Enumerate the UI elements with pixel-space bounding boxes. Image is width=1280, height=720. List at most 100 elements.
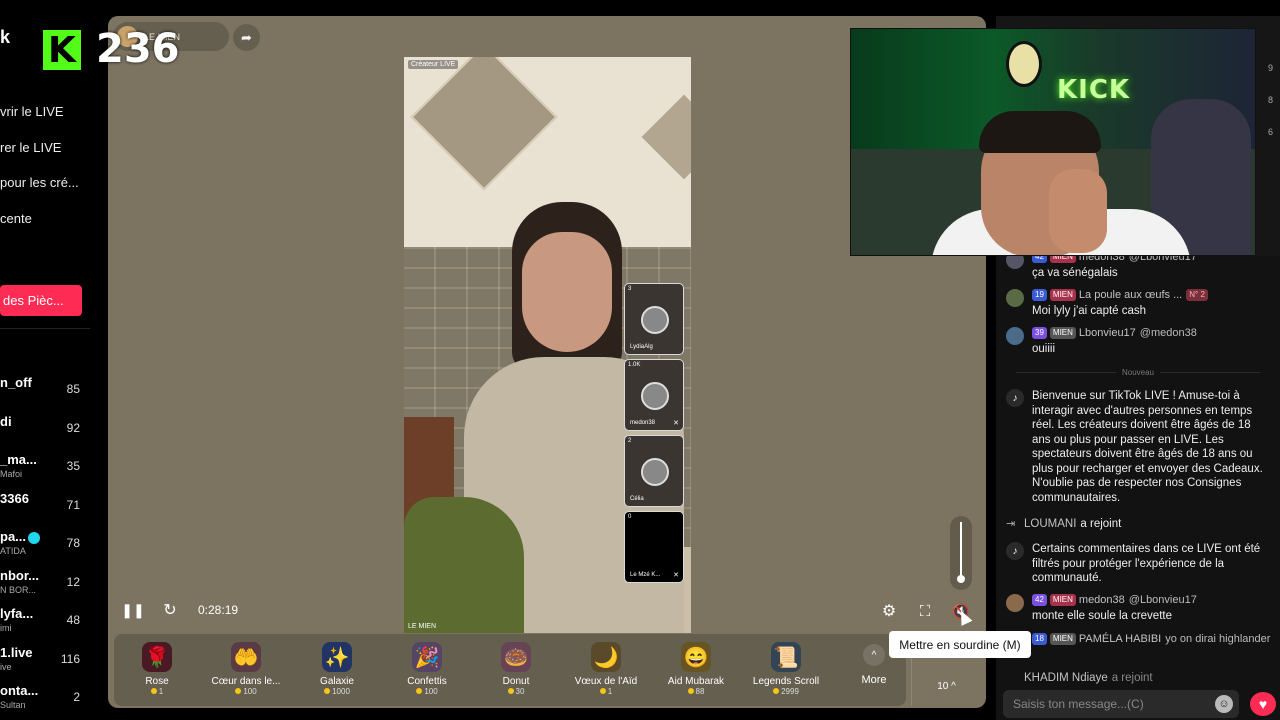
coin-icon [773,688,780,694]
join-username[interactable]: LOUMANI [1024,518,1076,530]
avatar[interactable] [1006,594,1024,612]
gift-price: 100 [387,687,467,696]
chat-input-box: ☺ [1003,690,1239,718]
gift-name: Aid Mubarak [667,676,725,687]
followed-sub: Mafoi [0,469,23,479]
fan-club-badge: MIEN [1049,289,1076,302]
emoji-icon[interactable]: ☺ [1215,695,1233,713]
guest-score: 0 [628,514,632,520]
followed-name: onta... [0,683,39,698]
followed-name: n_off [0,375,32,390]
followed-item[interactable]: 1.live ive 116 [0,643,96,682]
followed-sub: ATIDA [0,546,26,556]
chat-message-text: monte elle soule la crevette [1032,610,1172,622]
chat-message-header: 19 MIEN La poule aux œufs ... N° 2 [1032,289,1211,302]
get-coins-button[interactable]: des Pièc... [0,285,82,316]
followed-item[interactable]: n_off 85 [0,373,96,412]
guest-tile[interactable]: 3 LydiaAlg [624,283,684,355]
heart-like-button[interactable]: ♥ [1250,692,1276,716]
guest-tile[interactable]: 0 Le Mzé K... ✕ [624,511,684,583]
guest-tile[interactable]: 2 Célia [624,435,684,507]
gift-name: Donut [502,676,530,687]
followed-item[interactable]: lyfa... imi 48 [0,604,96,643]
volume-handle[interactable] [957,575,965,583]
followed-item[interactable]: di 92 [0,412,96,451]
gift-price-value: 1000 [332,687,350,696]
gift-price-value: 88 [695,687,705,696]
settings-button[interactable]: ⚙ [879,601,899,621]
kick-neon-sign: KICK [1057,75,1131,105]
gift-price-value: 30 [515,687,525,696]
fullscreen-button[interactable]: ⛶ [915,601,935,621]
gift-price: 1 [117,687,197,696]
refresh-button[interactable]: ↻ [160,600,180,620]
gift-name: Galaxie [320,676,354,687]
video-sofa [404,497,524,633]
followed-sub: ive [0,661,12,672]
gift-name: Vœux de l'Aïd [574,676,638,687]
followed-item[interactable]: pa... ATIDA 78 [0,527,96,566]
gift-item[interactable]: 🍩 Donut 30 [476,638,556,702]
chat-message-text: ouiiii [1032,343,1056,355]
gift-aid-mubarak-icon: 😄 [681,642,711,672]
kick-mascot-icon [1006,41,1042,87]
video-label: Créateur LIVE [408,60,459,69]
chat-message-inline-text: yo on dirai highlander [1165,633,1271,645]
level-badge: 39 [1032,327,1047,340]
viewer-count: 78 [66,536,80,550]
followed-item[interactable]: onta... Sultan 2 [0,681,96,720]
gift-item[interactable]: 🤲 Cœur dans le... 100 [206,638,286,702]
video-host-label: LE MIEN [408,623,437,630]
gift-price: 1000 [297,687,377,696]
gift-galaxy-icon: ✨ [322,642,352,672]
fan-club-badge: MIEN [1049,327,1076,340]
volume-slider[interactable] [950,516,972,590]
gift-name: Confettis [407,676,447,687]
sidebar-menu: vrir le LIVE rer le LIVE pour les cré...… [0,104,79,246]
gift-item[interactable]: ✨ Galaxie 1000 [297,638,377,702]
gift-confetti-icon: 🎉 [412,642,442,672]
avatar[interactable] [1006,289,1024,307]
join-username[interactable]: KHADIM Ndiaye [1024,672,1108,684]
chat-username[interactable]: PAMÉLA HABIBI [1079,633,1161,645]
brand-logo[interactable]: k [0,27,10,48]
menu-item-recent[interactable]: cente [0,211,79,247]
side-number: 9 [1268,63,1274,73]
pause-button[interactable]: ❚❚ [121,601,144,619]
followed-name: di [0,413,12,429]
chat-username[interactable]: Lbonvieu17 [1079,327,1136,339]
tiktok-icon: ♪ [1006,389,1024,407]
followed-item[interactable]: nbor... N BOR... 12 [0,566,96,605]
chat-username[interactable]: medon38 [1079,594,1125,606]
gift-item[interactable]: 🎉 Confettis 100 [387,638,467,702]
level-badge: 42 [1032,594,1047,607]
guest-tile[interactable]: 1.0K medon38 ✕ [624,359,684,431]
gift-price: 100 [206,687,286,696]
mute-tooltip: Mettre en sourdine (M) [889,631,1031,658]
share-button[interactable]: ➦ [233,24,260,51]
gift-item[interactable]: 📜 Legends Scroll 2999 [746,638,826,702]
followed-item[interactable]: _ma... Mafoi 35 [0,450,96,489]
more-gifts-button[interactable]: ^ More [856,644,892,700]
menu-item-creators[interactable]: pour les cré... [0,175,79,211]
join-text: a rejoint [1080,518,1122,530]
guest-name: Le Mzé K... [630,572,661,578]
followed-sub: imi [0,623,12,633]
coin-icon [324,688,331,694]
chat-input[interactable] [1003,690,1203,718]
menu-item-manage-live[interactable]: rer le LIVE [0,140,79,176]
chat-username[interactable]: La poule aux œufs ... [1079,289,1182,301]
coin-icon [599,688,606,694]
gift-price-value: 2999 [781,687,799,696]
menu-item-open-live[interactable]: vrir le LIVE [0,104,79,140]
new-messages-divider: Nouveau [1006,368,1270,377]
heart-icon: ♥ [1258,696,1268,712]
followed-name: _ma... [0,452,37,467]
gift-item[interactable]: 🌹 Rose 1 [117,638,197,702]
gift-item[interactable]: 😄 Aid Mubarak 88 [656,638,736,702]
avatar[interactable] [1006,327,1024,345]
guest-avatar [641,382,669,410]
followed-item[interactable]: 3366 71 [0,489,96,528]
gift-item[interactable]: 🌙 Vœux de l'Aïd 1 [566,638,646,702]
gift-price-value: 1 [158,687,164,696]
